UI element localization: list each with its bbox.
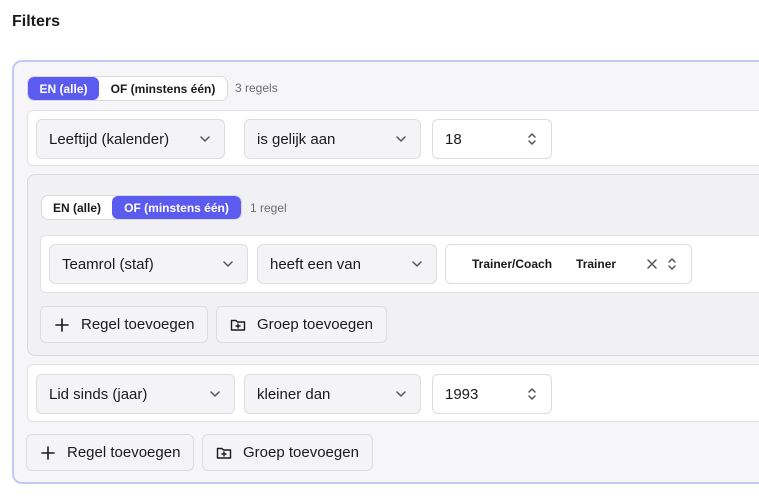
- chevron-down-icon: [210, 391, 220, 397]
- group-logic-or-option[interactable]: OF (minstens één): [112, 196, 241, 219]
- operator-select-value: kleiner dan: [257, 385, 331, 403]
- value-number-text: 18: [445, 130, 462, 148]
- close-icon[interactable]: [645, 257, 659, 271]
- filter-rule-row: Leeftijd (kalender) is gelijk aan 18: [27, 110, 759, 166]
- selected-value-chip: Trainer: [576, 257, 617, 271]
- chevron-down-icon: [200, 136, 210, 142]
- operator-select[interactable]: kleiner dan: [244, 374, 421, 414]
- field-select[interactable]: Teamrol (staf): [49, 244, 248, 284]
- plus-icon: [41, 445, 55, 460]
- filter-rule-row: Lid sinds (jaar) kleiner dan 1993: [27, 364, 759, 422]
- page-title: Filters: [12, 13, 61, 30]
- folder-plus-icon: [216, 447, 232, 459]
- add-rule-button[interactable]: Regel toevoegen: [26, 434, 195, 471]
- operator-select-value: is gelijk aan: [257, 130, 336, 148]
- value-number-input[interactable]: 18: [432, 119, 552, 159]
- value-number-input[interactable]: 1993: [432, 374, 552, 414]
- root-logic-or-option[interactable]: OF (minstens één): [99, 77, 227, 100]
- up-down-chevron-icon[interactable]: [665, 257, 679, 271]
- folder-plus-icon: [230, 319, 246, 331]
- field-select-value: Leeftijd (kalender): [49, 130, 170, 148]
- add-group-label: Groep toevoegen: [243, 444, 359, 461]
- filter-subgroup: EN (alle) OF (minstens één) 1 regel Team…: [27, 174, 759, 356]
- filter-rule-row: Teamrol (staf) heeft een van Trainer/Coa…: [40, 235, 759, 293]
- add-rule-button[interactable]: Regel toevoegen: [40, 306, 209, 343]
- add-group-button[interactable]: Groep toevoegen: [202, 434, 373, 471]
- chevron-down-icon: [396, 391, 406, 397]
- field-select-value: Teamrol (staf): [62, 255, 154, 273]
- add-rule-label: Regel toevoegen: [67, 444, 181, 461]
- value-multiselect[interactable]: Trainer/Coach Trainer: [445, 244, 692, 284]
- root-logic-toggle: EN (alle) OF (minstens één): [27, 76, 228, 101]
- group-logic-toggle: EN (alle) OF (minstens één): [41, 195, 242, 220]
- field-select-value: Lid sinds (jaar): [49, 385, 148, 403]
- group-rule-count: 1 regel: [250, 201, 287, 215]
- chevron-down-icon: [223, 261, 233, 267]
- root-rule-count: 3 regels: [235, 81, 278, 95]
- operator-select-value: heeft een van: [270, 255, 361, 273]
- up-down-chevron-icon[interactable]: [525, 132, 539, 146]
- plus-icon: [55, 317, 69, 332]
- group-logic-and-option[interactable]: EN (alle): [42, 196, 112, 219]
- selected-value-chip: Trainer/Coach: [472, 257, 553, 271]
- root-logic-and-option[interactable]: EN (alle): [28, 77, 99, 100]
- field-select[interactable]: Lid sinds (jaar): [36, 374, 235, 414]
- chevron-down-icon: [412, 261, 422, 267]
- add-group-button[interactable]: Groep toevoegen: [216, 306, 387, 343]
- add-group-label: Groep toevoegen: [257, 316, 373, 333]
- operator-select[interactable]: is gelijk aan: [244, 119, 421, 159]
- add-rule-label: Regel toevoegen: [81, 316, 195, 333]
- field-select[interactable]: Leeftijd (kalender): [36, 119, 225, 159]
- value-number-text: 1993: [445, 385, 479, 403]
- operator-select[interactable]: heeft een van: [257, 244, 437, 284]
- filter-root-group: EN (alle) OF (minstens één) 3 regels Lee…: [12, 60, 759, 484]
- up-down-chevron-icon[interactable]: [525, 387, 539, 401]
- chevron-down-icon: [396, 136, 406, 142]
